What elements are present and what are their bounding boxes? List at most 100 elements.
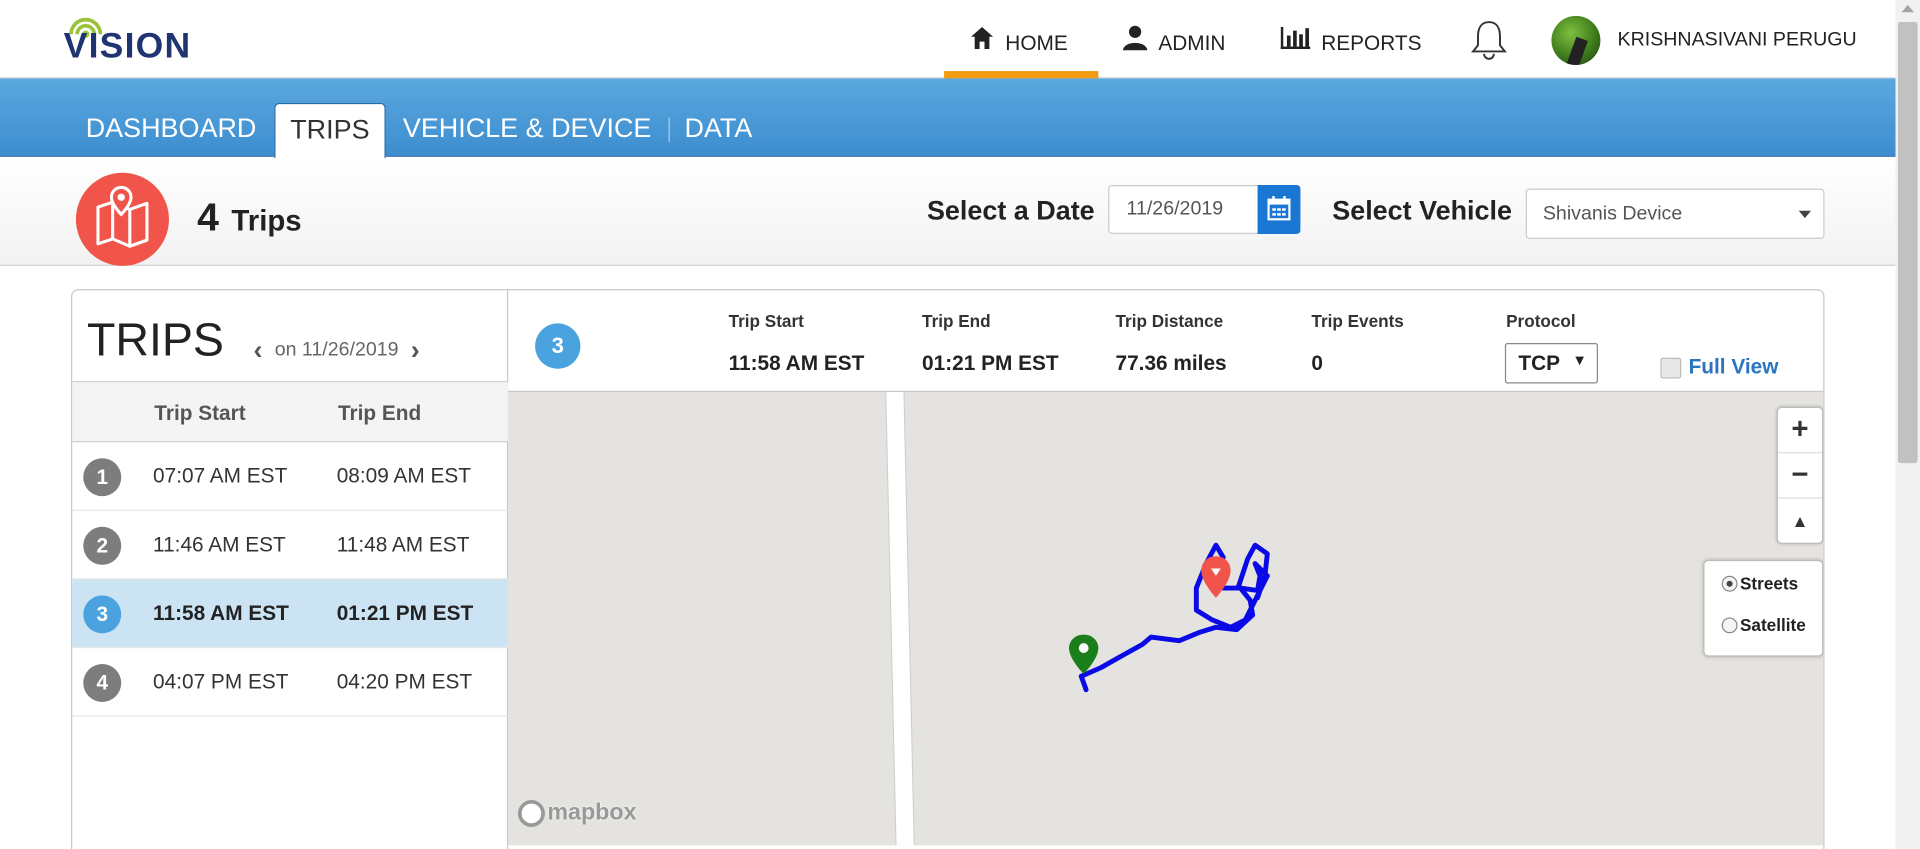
- full-view-label: Full View: [1688, 355, 1779, 379]
- mapbox-attribution[interactable]: mapbox: [517, 799, 637, 827]
- vehicle-select[interactable]: Shivanis Device: [1525, 188, 1825, 239]
- vehicle-label: Select Vehicle: [1332, 194, 1512, 226]
- trip-count-label: Trips: [231, 204, 302, 238]
- trips-title: TRIPS: [86, 314, 224, 367]
- scroll-up-icon[interactable]: [1901, 4, 1914, 13]
- trips-map-badge: [75, 172, 169, 266]
- trip-start-cell: 11:58 AM EST: [153, 601, 289, 625]
- trip-distance-label: Trip Distance: [1115, 311, 1224, 331]
- mapbox-label: mapbox: [547, 799, 637, 826]
- zoom-out-button[interactable]: −: [1777, 453, 1823, 499]
- chevron-right-icon[interactable]: ›: [411, 334, 420, 366]
- trip-end-label: Trip End: [922, 311, 991, 331]
- column-header-trip-start[interactable]: Trip Start: [154, 402, 245, 427]
- map-layer-switcher: Streets Satellite: [1703, 559, 1824, 657]
- trips-panel: TRIPS ‹ on 11/26/2019 › Trip Start Trip …: [71, 289, 1825, 849]
- date-pager: ‹ on 11/26/2019 ›: [253, 334, 419, 366]
- layer-option-streets[interactable]: Streets: [1721, 573, 1799, 593]
- protocol-value: TCP: [1518, 351, 1561, 375]
- date-label: Select a Date: [926, 194, 1095, 226]
- user-icon: [1122, 25, 1148, 51]
- trips-subheader: 4 Trips Select a Date Select Vehicle Shi…: [0, 158, 1896, 266]
- expand-icon: [1660, 357, 1682, 378]
- trip-start-cell: 07:07 AM EST: [153, 464, 288, 488]
- trip-number-badge: 1: [83, 458, 122, 497]
- radio-satellite[interactable]: [1721, 616, 1738, 633]
- trip-events-label: Trip Events: [1311, 311, 1404, 331]
- radio-streets[interactable]: [1721, 575, 1738, 592]
- protocol-select[interactable]: TCP ▼: [1504, 343, 1598, 384]
- layer-satellite-label: Satellite: [1740, 615, 1806, 635]
- selected-trip-badge: 3: [535, 323, 581, 369]
- zoom-in-button[interactable]: +: [1777, 408, 1823, 454]
- bar-chart-icon: [1280, 26, 1311, 50]
- nav-admin-label: ADMIN: [1158, 31, 1226, 56]
- tab-trips[interactable]: TRIPS: [274, 102, 386, 159]
- trip-count: 4: [197, 194, 219, 239]
- full-view-link[interactable]: Full View: [1660, 355, 1778, 380]
- nav-home-label: HOME: [1005, 31, 1068, 56]
- trip-start-label: Trip Start: [728, 311, 804, 331]
- scroll-thumb[interactable]: [1897, 22, 1918, 464]
- trip-summary-bar: 3 Trip Start 11:58 AM EST Trip End 01:21…: [508, 290, 1824, 393]
- trip-start-cell: 11:46 AM EST: [153, 532, 286, 557]
- trip-end-cell: 11:48 AM EST: [336, 532, 470, 557]
- calendar-button[interactable]: [1257, 184, 1301, 234]
- protocol-label: Protocol: [1506, 311, 1576, 331]
- route-layer: [1068, 542, 1270, 693]
- bell-icon[interactable]: [1467, 17, 1511, 61]
- chevron-left-icon[interactable]: ‹: [253, 334, 262, 366]
- pager-date: on 11/26/2019: [274, 339, 399, 361]
- trip-detail-pane: 3 Trip Start 11:58 AM EST Trip End 01:21…: [508, 290, 1824, 849]
- zoom-control: + − ▲: [1776, 406, 1824, 544]
- home-icon: [971, 26, 994, 50]
- trip-end-value: 01:21 PM EST: [922, 351, 1059, 375]
- trip-events-value: 0: [1311, 351, 1324, 375]
- mapbox-icon: [517, 799, 545, 827]
- caret-down-icon: ▼: [1572, 351, 1587, 369]
- nav-admin[interactable]: ADMIN: [1122, 25, 1226, 79]
- end-marker[interactable]: [1201, 556, 1231, 598]
- app-root: VISION HOME ADMIN REPORTS KRISHNASIVANI …: [0, 0, 1920, 849]
- trips-list-pane: TRIPS ‹ on 11/26/2019 › Trip Start Trip …: [72, 290, 509, 849]
- trip-end-cell: 04:20 PM EST: [336, 670, 473, 694]
- section-tabs: DASHBOARD TRIPS VEHICLE & DEVICE DATA: [0, 78, 1896, 159]
- tab-divider: [668, 117, 670, 143]
- vehicle-select-value: Shivanis Device: [1542, 203, 1683, 225]
- nav-home[interactable]: HOME: [944, 25, 1099, 79]
- trip-number-badge: 2: [83, 526, 122, 565]
- trip-route: [1078, 542, 1270, 693]
- start-marker[interactable]: [1068, 634, 1099, 674]
- chevron-down-icon: [1798, 210, 1812, 219]
- date-field[interactable]: [1108, 184, 1261, 234]
- trips-table-header: Trip Start Trip End: [72, 381, 509, 443]
- trip-row-3[interactable]: 3 11:58 AM EST 01:21 PM EST: [72, 579, 509, 649]
- trip-row-1[interactable]: 1 07:07 AM EST 08:09 AM EST: [72, 442, 509, 511]
- trip-number-badge: 3: [83, 595, 122, 634]
- tab-data[interactable]: DATA: [684, 113, 752, 145]
- trip-number-badge: 4: [83, 664, 122, 702]
- trip-end-cell: 01:21 PM EST: [336, 601, 474, 625]
- trip-start-cell: 04:07 PM EST: [153, 670, 289, 694]
- vision-logo[interactable]: VISION: [64, 12, 242, 66]
- avatar[interactable]: [1551, 15, 1601, 65]
- trip-end-cell: 08:09 AM EST: [336, 464, 471, 488]
- logo-text: VISION: [63, 26, 192, 67]
- compass-button[interactable]: ▲: [1778, 499, 1822, 544]
- layer-streets-label: Streets: [1740, 573, 1799, 593]
- calendar-icon: [1267, 196, 1291, 221]
- column-header-trip-end[interactable]: Trip End: [338, 402, 421, 427]
- tab-dashboard[interactable]: DASHBOARD: [86, 113, 257, 145]
- trip-map[interactable]: + − ▲ Streets Satellite mapbox: [508, 392, 1824, 846]
- tab-vehicle-device[interactable]: VEHICLE & DEVICE: [403, 113, 652, 145]
- user-name[interactable]: KRISHNASIVANI PERUGU: [1618, 29, 1857, 51]
- trip-start-value: 11:58 AM EST: [728, 351, 865, 375]
- nav-reports[interactable]: REPORTS: [1277, 25, 1421, 79]
- layer-option-satellite[interactable]: Satellite: [1721, 615, 1806, 635]
- trip-row-2[interactable]: 2 11:46 AM EST 11:48 AM EST: [72, 511, 509, 580]
- top-header: VISION HOME ADMIN REPORTS KRISHNASIVANI …: [0, 0, 1896, 79]
- trip-distance-value: 77.36 miles: [1115, 351, 1227, 375]
- folded-map-icon: [96, 185, 149, 248]
- trip-row-4[interactable]: 4 04:07 PM EST 04:20 PM EST: [72, 648, 509, 717]
- page-scrollbar[interactable]: [1895, 0, 1920, 849]
